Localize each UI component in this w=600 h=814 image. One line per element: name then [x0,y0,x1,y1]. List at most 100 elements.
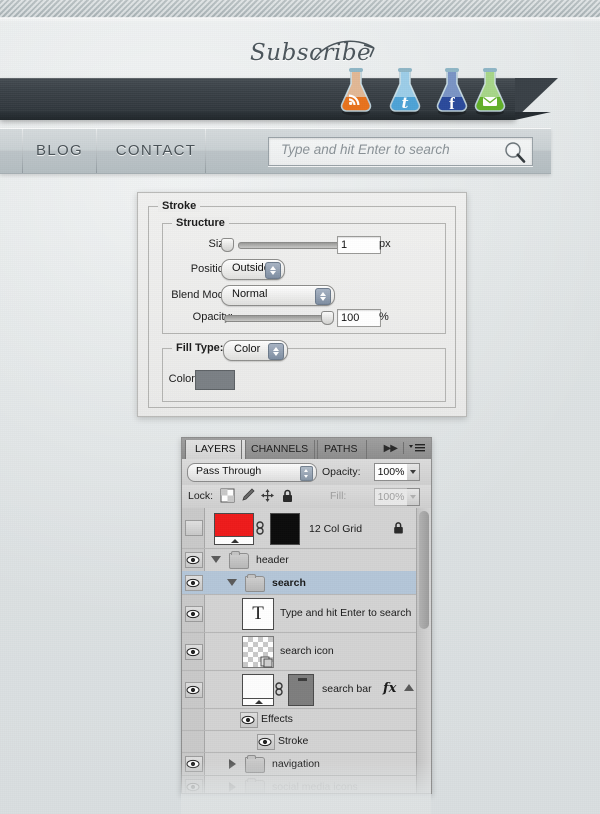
table-row[interactable]: header [182,548,431,572]
visibility-toggle[interactable] [185,575,203,591]
table-row[interactable]: search icon [182,632,431,671]
scrollbar-thumb[interactable] [419,511,429,629]
layer-blend-stepper-icon[interactable] [300,466,313,481]
tab-paths[interactable]: PATHS [314,440,368,459]
size-slider-thumb[interactable] [221,238,234,252]
nav-item-blog[interactable]: BLOG [23,128,96,173]
size-unit-label: px [379,238,391,250]
group-disclosure-triangle[interactable] [227,579,237,586]
nav-item-contact[interactable]: CONTACT [106,128,206,173]
folder-icon [245,755,265,773]
fill-type-value: Color [234,343,261,355]
move-lock-icon[interactable] [260,488,275,503]
table-row[interactable]: search bar fx [182,670,431,709]
top-stripe-band [0,0,600,22]
fill-type-dropdown[interactable]: Color [223,340,288,361]
search-placeholder: Type and hit Enter to search [281,142,450,157]
all-lock-icon[interactable] [280,488,295,503]
panel-tab-bar: LAYERS CHANNELS PATHS ▶▶ [182,438,431,460]
table-row[interactable]: 12 Col Grid [182,508,431,549]
layers-panel: LAYERS CHANNELS PATHS ▶▶ Pass Through Op… [181,437,432,794]
stroke-group-title: Stroke [158,200,201,212]
table-row[interactable]: navigation [182,752,431,776]
text-layer-thumbnail[interactable]: T [242,598,274,630]
color-label: Color: [168,373,198,385]
panel-opacity-arrow-icon[interactable] [407,463,420,481]
table-row[interactable]: search [182,571,431,595]
panel-menu-icon[interactable] [408,442,426,455]
eye-icon [241,715,255,725]
svg-text:f: f [449,94,455,113]
visibility-toggle[interactable] [240,712,258,728]
magnifier-icon[interactable] [504,141,526,163]
table-row[interactable]: Effects [182,708,431,731]
blend-mode-stepper-icon[interactable] [315,288,331,305]
text-layer-t-glyph: T [252,603,264,624]
visibility-toggle[interactable] [185,606,203,622]
layer-mask-thumbnail[interactable] [288,674,314,706]
email-flask-icon[interactable] [470,66,510,116]
rss-flask-icon[interactable] [336,66,376,116]
layer-blend-dropdown[interactable]: Pass Through [187,463,317,482]
header-shelf-lip-bevel [515,112,551,120]
opacity-slider-track[interactable] [224,315,330,322]
layer-thumbnail[interactable] [214,513,254,545]
size-slider-track[interactable] [238,242,344,249]
brush-lock-icon[interactable] [240,488,255,503]
eye-icon [186,555,200,565]
folder-icon [229,551,249,569]
color-swatch[interactable] [195,370,235,390]
panel-opacity-field[interactable]: 100% [374,463,408,481]
visibility-toggle-hidden[interactable] [185,520,203,536]
structure-group-title: Structure [172,217,229,229]
effects-disclosure-triangle[interactable] [404,684,414,691]
table-row[interactable]: Stroke [182,730,431,753]
visibility-toggle[interactable] [185,644,203,660]
layer-thumbnail[interactable] [242,674,274,706]
size-value-field[interactable]: 1 [337,236,381,254]
link-icon[interactable] [255,521,265,536]
tab-layers[interactable]: LAYERS [185,440,246,459]
position-stepper-icon[interactable] [265,262,281,279]
opacity-slider-thumb[interactable] [321,311,334,325]
opacity-unit-label: % [379,311,389,323]
visibility-toggle[interactable] [185,779,203,793]
fill-arrow-icon[interactable] [407,488,420,506]
tab-channels[interactable]: CHANNELS [241,440,319,459]
fill-field[interactable]: 100% [374,488,408,506]
visibility-toggle[interactable] [185,682,203,698]
visibility-toggle[interactable] [257,734,275,750]
fill-type-label: Fill Type: [172,342,228,354]
group-disclosure-triangle[interactable] [229,759,236,769]
twitter-flask-icon[interactable]: t [385,66,425,116]
layer-mask-thumbnail[interactable] [270,513,300,545]
layer-name: 12 Col Grid [309,523,363,535]
facebook-flask-icon[interactable]: f [432,66,472,116]
panel-opacity-label: Opacity: [322,466,361,478]
double-arrow-icon[interactable]: ▶▶ [384,443,398,454]
stroke-dialog: Stroke Structure Size: 1 px Position: Ou… [137,192,467,417]
fill-type-stepper-icon[interactable] [268,343,284,360]
opacity-value-field[interactable]: 100 [337,309,381,327]
eye-icon [186,782,200,792]
table-row[interactable]: social media icons [182,775,431,793]
nav-separator [96,128,97,173]
layer-name: navigation [272,758,320,770]
blend-mode-dropdown[interactable]: Normal [221,285,335,306]
eye-icon [186,578,200,588]
search-input[interactable]: Type and hit Enter to search [268,137,533,166]
eye-icon [186,609,200,619]
position-dropdown[interactable]: Outside [221,259,285,280]
group-disclosure-triangle[interactable] [211,556,221,563]
group-disclosure-triangle[interactable] [229,782,236,792]
transparency-lock-icon[interactable] [220,488,235,503]
link-icon[interactable] [274,682,284,697]
table-row[interactable]: T Type and hit Enter to search [182,594,431,633]
eye-icon [186,685,200,695]
visibility-toggle[interactable] [185,552,203,568]
visibility-toggle[interactable] [185,756,203,772]
layer-list-scrollbar[interactable] [416,508,431,793]
layer-name: Effects [261,713,293,725]
layer-blend-value: Pass Through [196,465,262,477]
fx-badge[interactable]: fx [383,681,396,696]
